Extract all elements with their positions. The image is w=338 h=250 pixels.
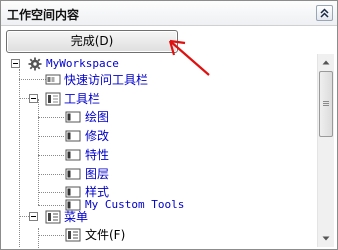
gear-icon bbox=[28, 57, 42, 71]
tree-item-modify[interactable]: 修改 bbox=[5, 128, 205, 144]
toolbar-icon bbox=[45, 92, 61, 106]
double-chevron-up-icon bbox=[320, 8, 329, 18]
panel-header: 工作空间内容 bbox=[1, 1, 337, 26]
workspace-tree[interactable]: MyWorkspace 快速访问工具栏 工具栏 绘图 修改 特性 图层 样式 M… bbox=[5, 54, 315, 248]
tree-item-layers[interactable]: 图层 bbox=[5, 166, 205, 182]
toolbar-icon bbox=[65, 149, 81, 161]
tree-item-draw[interactable]: 绘图 bbox=[5, 109, 205, 125]
collapse-toggle-icon[interactable] bbox=[11, 59, 20, 68]
toolbar-icon bbox=[65, 111, 81, 123]
tree-root[interactable]: MyWorkspace bbox=[5, 56, 205, 72]
tree-item-menus[interactable]: 菜单 bbox=[5, 209, 205, 225]
done-button[interactable]: 完成(D) bbox=[6, 30, 178, 53]
tree-item-label: 特性 bbox=[85, 148, 110, 162]
tree-item-label: 绘图 bbox=[85, 110, 110, 124]
tree-item-toolbars[interactable]: 工具栏 bbox=[5, 91, 205, 107]
triangle-down-icon bbox=[322, 236, 330, 241]
workspace-contents-panel: 工作空间内容 完成(D) MyWorkspace 快速访问工具栏 工具栏 绘图 … bbox=[0, 0, 338, 250]
tree-item-quick-access-toolbar[interactable]: 快速访问工具栏 bbox=[5, 72, 205, 88]
scroll-up-button[interactable] bbox=[318, 54, 334, 71]
triangle-up-icon bbox=[322, 60, 330, 65]
tree-root-label: MyWorkspace bbox=[46, 57, 119, 70]
collapse-toggle-icon[interactable] bbox=[29, 94, 38, 103]
panel-title: 工作空间内容 bbox=[7, 8, 80, 22]
menu-icon bbox=[45, 210, 61, 224]
vertical-scrollbar[interactable] bbox=[317, 54, 334, 247]
menu-icon bbox=[65, 228, 81, 242]
scroll-thumb[interactable] bbox=[319, 71, 333, 137]
quick-access-toolbar-icon bbox=[45, 74, 61, 85]
tree-item-label: 文件(F) bbox=[85, 228, 126, 242]
tree-item-file-menu[interactable]: 文件(F) bbox=[5, 227, 205, 243]
collapse-button[interactable] bbox=[316, 5, 333, 21]
tree-item-label: 图层 bbox=[85, 167, 110, 181]
tree-item-label: 快速访问工具栏 bbox=[64, 73, 149, 87]
tree-item-label: 工具栏 bbox=[64, 92, 101, 106]
tree-item-properties[interactable]: 特性 bbox=[5, 147, 205, 163]
tree-item-label: 修改 bbox=[85, 129, 110, 143]
collapse-toggle-icon[interactable] bbox=[29, 212, 38, 221]
scroll-down-button[interactable] bbox=[318, 230, 334, 247]
tree-item-label: 菜单 bbox=[64, 210, 89, 224]
toolbar-icon bbox=[65, 130, 81, 142]
toolbar-icon bbox=[65, 168, 81, 180]
